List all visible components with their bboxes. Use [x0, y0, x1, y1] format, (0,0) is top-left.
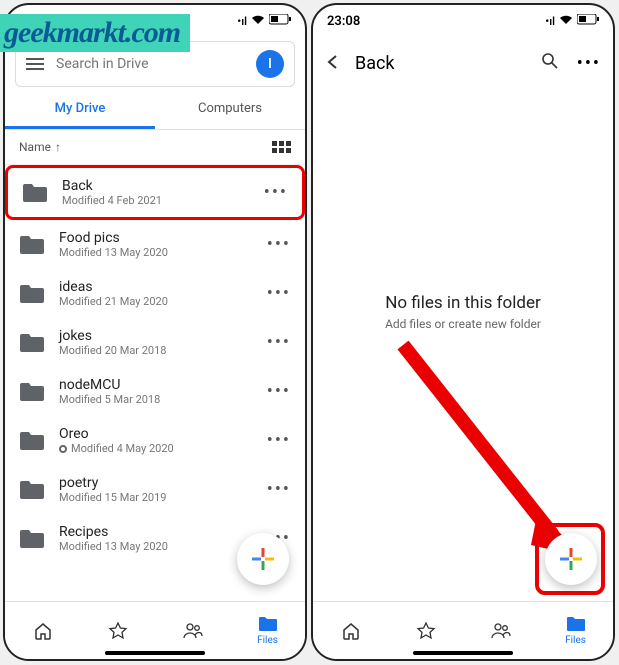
- folder-icon: [258, 615, 278, 633]
- nav-home[interactable]: [313, 602, 388, 659]
- plus-icon: [250, 546, 276, 572]
- star-icon: [108, 621, 128, 641]
- offline-icon: [59, 445, 67, 453]
- avatar[interactable]: I: [256, 50, 284, 78]
- file-more-button[interactable]: •••: [267, 234, 291, 255]
- home-indicator: [105, 651, 205, 655]
- folder-icon: [19, 381, 45, 403]
- file-meta: Modified 21 May 2020: [59, 295, 253, 308]
- file-row[interactable]: BackModified 4 Feb 2021 •••: [5, 165, 305, 220]
- file-name: nodeMCU: [59, 377, 253, 393]
- file-name: Food pics: [59, 230, 253, 246]
- file-name: Back: [62, 178, 250, 194]
- phone-left: 23:08 •ıl I My Drive Computers Name ↑ Ba…: [3, 3, 307, 661]
- nav-files[interactable]: Files: [538, 602, 613, 659]
- empty-subtitle: Add files or create new folder: [313, 317, 613, 331]
- plus-icon: [558, 546, 584, 572]
- file-meta: Modified 4 Feb 2021: [62, 194, 250, 207]
- chevron-left-icon: [325, 54, 341, 70]
- watermark: geekmarkt.com: [0, 14, 190, 52]
- tab-computers[interactable]: Computers: [155, 91, 305, 129]
- battery-icon: [269, 14, 291, 28]
- file-name: jokes: [59, 328, 253, 344]
- sort-button[interactable]: Name ↑: [19, 140, 61, 154]
- file-row[interactable]: poetryModified 15 Mar 2019 •••: [5, 465, 305, 514]
- signal-icon: •ıl: [237, 15, 247, 28]
- file-more-button[interactable]: •••: [267, 332, 291, 353]
- home-icon: [341, 621, 361, 641]
- fab-add-button[interactable]: [545, 533, 597, 585]
- battery-icon: [577, 14, 599, 28]
- status-time: 23:08: [327, 14, 360, 29]
- file-name: Recipes: [59, 524, 253, 540]
- folder-icon: [566, 615, 586, 633]
- folder-icon: [22, 182, 48, 204]
- file-row[interactable]: Food picsModified 13 May 2020 •••: [5, 220, 305, 269]
- folder-icon: [19, 430, 45, 452]
- status-indicators: •ıl: [545, 14, 599, 28]
- hamburger-icon[interactable]: [26, 55, 44, 73]
- signal-icon: •ıl: [545, 15, 555, 28]
- file-more-button[interactable]: •••: [267, 283, 291, 304]
- folder-icon: [19, 332, 45, 354]
- fab-add-button[interactable]: [237, 533, 289, 585]
- list-header: Name ↑: [5, 130, 305, 165]
- wifi-icon: [251, 15, 265, 28]
- file-meta: Modified 4 May 2020: [59, 442, 253, 455]
- search-button[interactable]: [541, 52, 559, 75]
- file-more-button[interactable]: •••: [264, 182, 288, 203]
- file-meta: Modified 13 May 2020: [59, 540, 253, 553]
- drive-tabs: My Drive Computers: [5, 91, 305, 130]
- file-meta: Modified 13 May 2020: [59, 246, 253, 259]
- file-meta: Modified 15 Mar 2019: [59, 491, 253, 504]
- file-meta: Modified 20 Mar 2018: [59, 344, 253, 357]
- status-indicators: •ıl: [237, 14, 291, 28]
- nav-home[interactable]: [5, 602, 80, 659]
- file-name: poetry: [59, 475, 253, 491]
- back-button[interactable]: [325, 51, 341, 76]
- empty-state: No files in this folder Add files or cre…: [313, 293, 613, 331]
- file-more-button[interactable]: •••: [267, 479, 291, 500]
- arrow-up-icon: ↑: [55, 140, 61, 154]
- search-input[interactable]: [56, 56, 244, 72]
- nav-files[interactable]: Files: [230, 602, 305, 659]
- people-icon: [490, 621, 512, 641]
- folder-icon: [19, 479, 45, 501]
- home-icon: [33, 621, 53, 641]
- file-list: BackModified 4 Feb 2021•••Food picsModif…: [5, 165, 305, 563]
- phone-right: 23:08 •ıl Back ••• No files in this fold…: [311, 3, 615, 661]
- file-row[interactable]: OreoModified 4 May 2020 •••: [5, 416, 305, 465]
- file-more-button[interactable]: •••: [267, 430, 291, 451]
- folder-icon: [19, 528, 45, 550]
- file-name: ideas: [59, 279, 253, 295]
- file-name: Oreo: [59, 426, 253, 442]
- folder-title: Back: [355, 53, 527, 74]
- home-indicator: [413, 651, 513, 655]
- file-meta: Modified 5 Mar 2018: [59, 393, 253, 406]
- folder-icon: [19, 234, 45, 256]
- file-row[interactable]: jokesModified 20 Mar 2018 •••: [5, 318, 305, 367]
- folder-icon: [19, 283, 45, 305]
- file-row[interactable]: ideasModified 21 May 2020 •••: [5, 269, 305, 318]
- folder-header: Back •••: [313, 37, 613, 90]
- more-button[interactable]: •••: [577, 53, 601, 74]
- view-grid-icon[interactable]: [272, 141, 291, 153]
- annotation-arrow: [383, 335, 583, 565]
- empty-title: No files in this folder: [313, 293, 613, 313]
- tab-mydrive[interactable]: My Drive: [5, 91, 155, 129]
- wifi-icon: [559, 15, 573, 28]
- search-icon: [541, 52, 559, 70]
- people-icon: [182, 621, 204, 641]
- file-row[interactable]: nodeMCUModified 5 Mar 2018 •••: [5, 367, 305, 416]
- file-more-button[interactable]: •••: [267, 381, 291, 402]
- status-bar: 23:08 •ıl: [313, 5, 613, 37]
- star-icon: [416, 621, 436, 641]
